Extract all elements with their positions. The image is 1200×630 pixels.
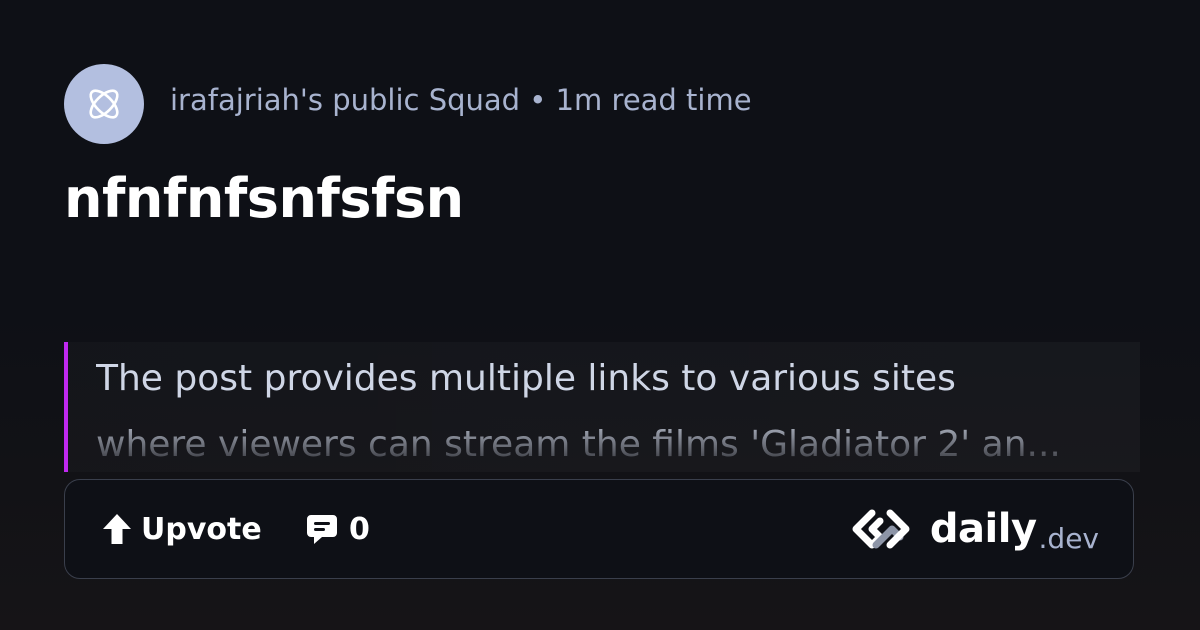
squad-avatar[interactable] bbox=[64, 64, 144, 144]
post-source-meta: irafajriah's public Squad • 1m read time bbox=[170, 83, 752, 117]
squad-atom-icon bbox=[89, 89, 119, 119]
brand-tld: .dev bbox=[1038, 522, 1099, 555]
upvote-label: Upvote bbox=[141, 511, 262, 547]
comment-icon bbox=[307, 515, 337, 544]
summary-line: The post provides multiple links to vari… bbox=[96, 358, 956, 399]
daily-dev-brand[interactable]: daily.dev bbox=[846, 506, 1099, 555]
daily-dev-logo-icon bbox=[852, 509, 910, 549]
arrow-up-icon bbox=[103, 514, 131, 544]
upvote-button[interactable]: Upvote bbox=[101, 509, 262, 549]
summary-line: where viewers can stream the films 'Glad… bbox=[96, 424, 1061, 465]
brand-name: daily bbox=[929, 506, 1037, 552]
comments-button[interactable]: 0 bbox=[305, 509, 370, 549]
post-title[interactable]: nfnfnfsnfsfsn bbox=[64, 166, 464, 232]
post-summary: The post provides multiple links to vari… bbox=[64, 342, 1140, 472]
post-action-bar: Upvote 0 daily.dev bbox=[64, 479, 1134, 579]
comment-count: 0 bbox=[349, 511, 370, 547]
